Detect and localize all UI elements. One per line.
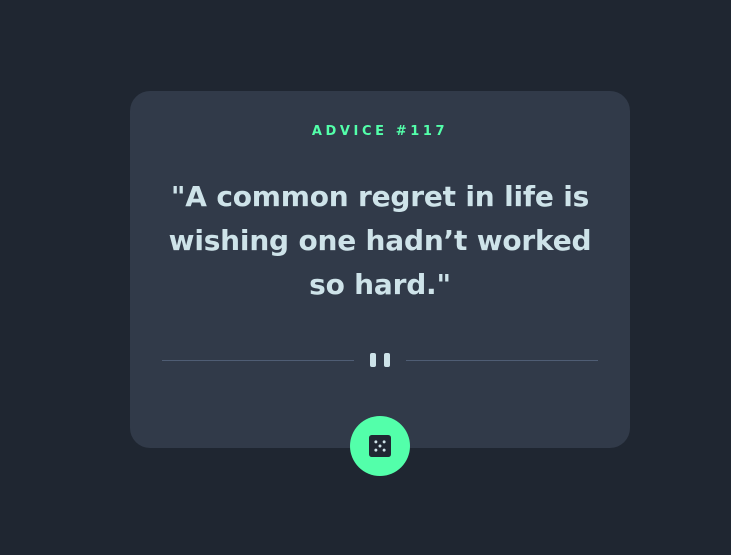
pause-icon: [370, 353, 390, 367]
divider: [162, 352, 598, 368]
divider-line-left: [162, 360, 354, 361]
divider-line-right: [406, 360, 598, 361]
generate-advice-button[interactable]: [350, 416, 410, 476]
advice-id: ADVICE #117: [311, 124, 449, 139]
advice-card: ADVICE #117 "A common regret in life is …: [130, 91, 630, 448]
advice-quote: "A common regret in life is wishing one …: [168, 180, 592, 301]
dice-icon: [369, 435, 391, 457]
